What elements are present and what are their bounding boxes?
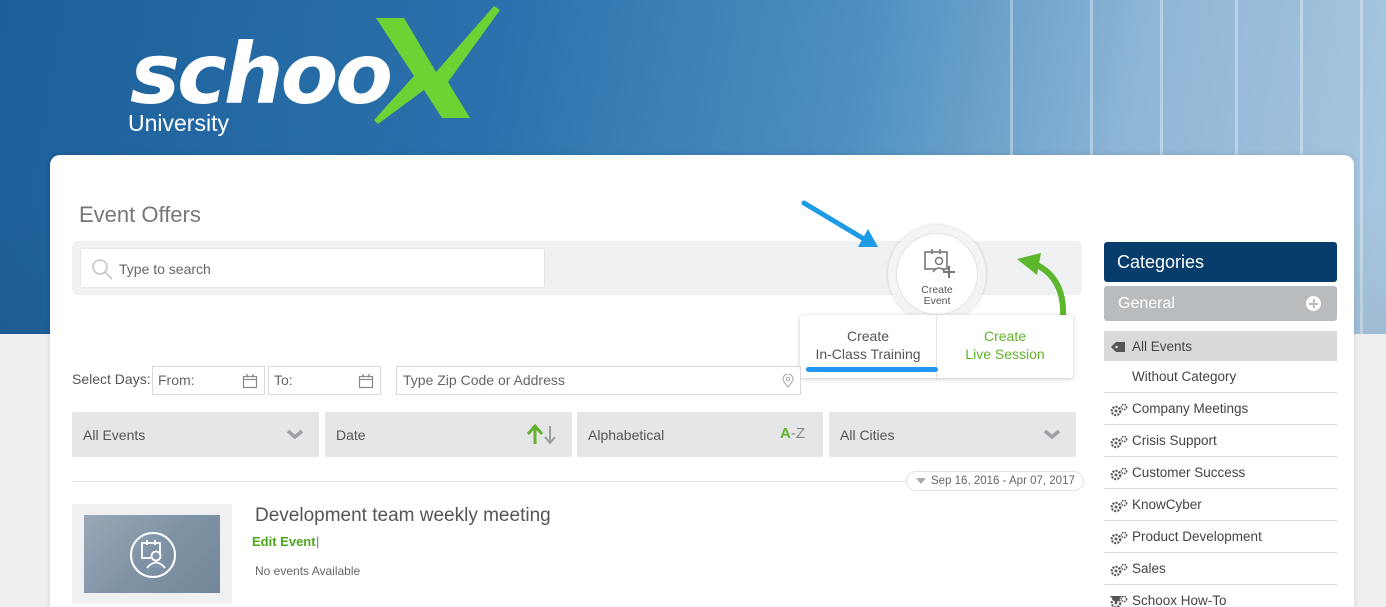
create-event-button[interactable]: Create Event: [888, 225, 986, 323]
sort-arrows-icon: [526, 424, 556, 445]
separator: |: [316, 534, 320, 549]
chevron-down-icon: [1043, 429, 1061, 440]
sort-by-date-button[interactable]: Date: [325, 412, 572, 457]
gears-icon: [1110, 563, 1128, 577]
create-live-session-option[interactable]: Create Live Session: [937, 315, 1073, 378]
categories-list: All Events Without Category Company Meet…: [1104, 331, 1337, 607]
zip-address-field[interactable]: Type Zip Code or Address: [396, 366, 801, 395]
gears-icon: [1110, 435, 1128, 449]
logo-wordmark: schoo: [130, 25, 393, 123]
calendar-icon: [358, 374, 374, 389]
az-sort-icon: A-Z: [779, 425, 805, 442]
event-type-dropdown[interactable]: All Events: [72, 412, 319, 457]
category-crisis-support[interactable]: Crisis Support: [1104, 425, 1337, 457]
event-thumbnail[interactable]: [72, 504, 232, 604]
caret-down-icon: [916, 478, 926, 484]
category-customer-success[interactable]: Customer Success: [1104, 457, 1337, 489]
create-event-label-2: Event: [923, 295, 951, 307]
chevron-down-icon: [286, 429, 304, 440]
main-card: Event Offers Create: [50, 155, 1354, 607]
blue-arrow-icon: [801, 200, 878, 247]
edit-event-link[interactable]: Edit Event: [252, 534, 316, 549]
date-range-toggle[interactable]: Sep 16, 2016 - Apr 07, 2017: [906, 471, 1084, 491]
highlight-underline: [806, 367, 938, 372]
gears-icon: [1110, 467, 1128, 481]
calendar-icon: [242, 374, 258, 389]
from-date-field[interactable]: From:: [152, 366, 265, 395]
gears-icon: [1110, 403, 1128, 417]
create-event-menu: Create In-Class Training Create Live Ses…: [800, 315, 1073, 378]
sort-alphabetical-button[interactable]: Alphabetical A-Z: [577, 412, 823, 457]
logo-x-icon: [374, 6, 500, 124]
category-product-development[interactable]: Product Development: [1104, 521, 1337, 553]
expand-caret-icon[interactable]: [1110, 596, 1122, 603]
expand-plus-icon[interactable]: [1306, 296, 1321, 311]
event-title[interactable]: Development team weekly meeting: [255, 505, 551, 527]
to-date-field[interactable]: To:: [268, 366, 381, 395]
page-title: Event Offers: [79, 202, 201, 227]
category-without-category[interactable]: Without Category: [1104, 361, 1337, 393]
category-all-events[interactable]: All Events: [1104, 331, 1337, 361]
event-placeholder-icon: [130, 532, 176, 578]
gears-icon: [1110, 531, 1128, 545]
green-arrow-icon: [1017, 253, 1067, 320]
city-dropdown[interactable]: All Cities: [829, 412, 1076, 457]
tag-icon: [1111, 342, 1125, 352]
location-pin-icon: [782, 374, 794, 388]
category-group-general[interactable]: General: [1104, 286, 1337, 321]
create-event-icon: [924, 249, 955, 278]
event-status: No events Available: [255, 564, 361, 578]
category-sales[interactable]: Sales: [1104, 553, 1337, 585]
schoox-logo[interactable]: schoo University: [128, 6, 508, 144]
search-icon: [92, 259, 113, 280]
gears-icon: [1110, 499, 1128, 513]
categories-header: Categories: [1104, 242, 1337, 282]
select-days-label: Select Days:: [72, 371, 151, 387]
category-schoox-how-to[interactable]: Schoox How-To: [1104, 585, 1337, 607]
category-company-meetings[interactable]: Company Meetings: [1104, 393, 1337, 425]
search-box[interactable]: [80, 248, 545, 288]
logo-subtitle: University: [128, 110, 229, 136]
category-knowcyber[interactable]: KnowCyber: [1104, 489, 1337, 521]
search-input[interactable]: [119, 258, 519, 280]
